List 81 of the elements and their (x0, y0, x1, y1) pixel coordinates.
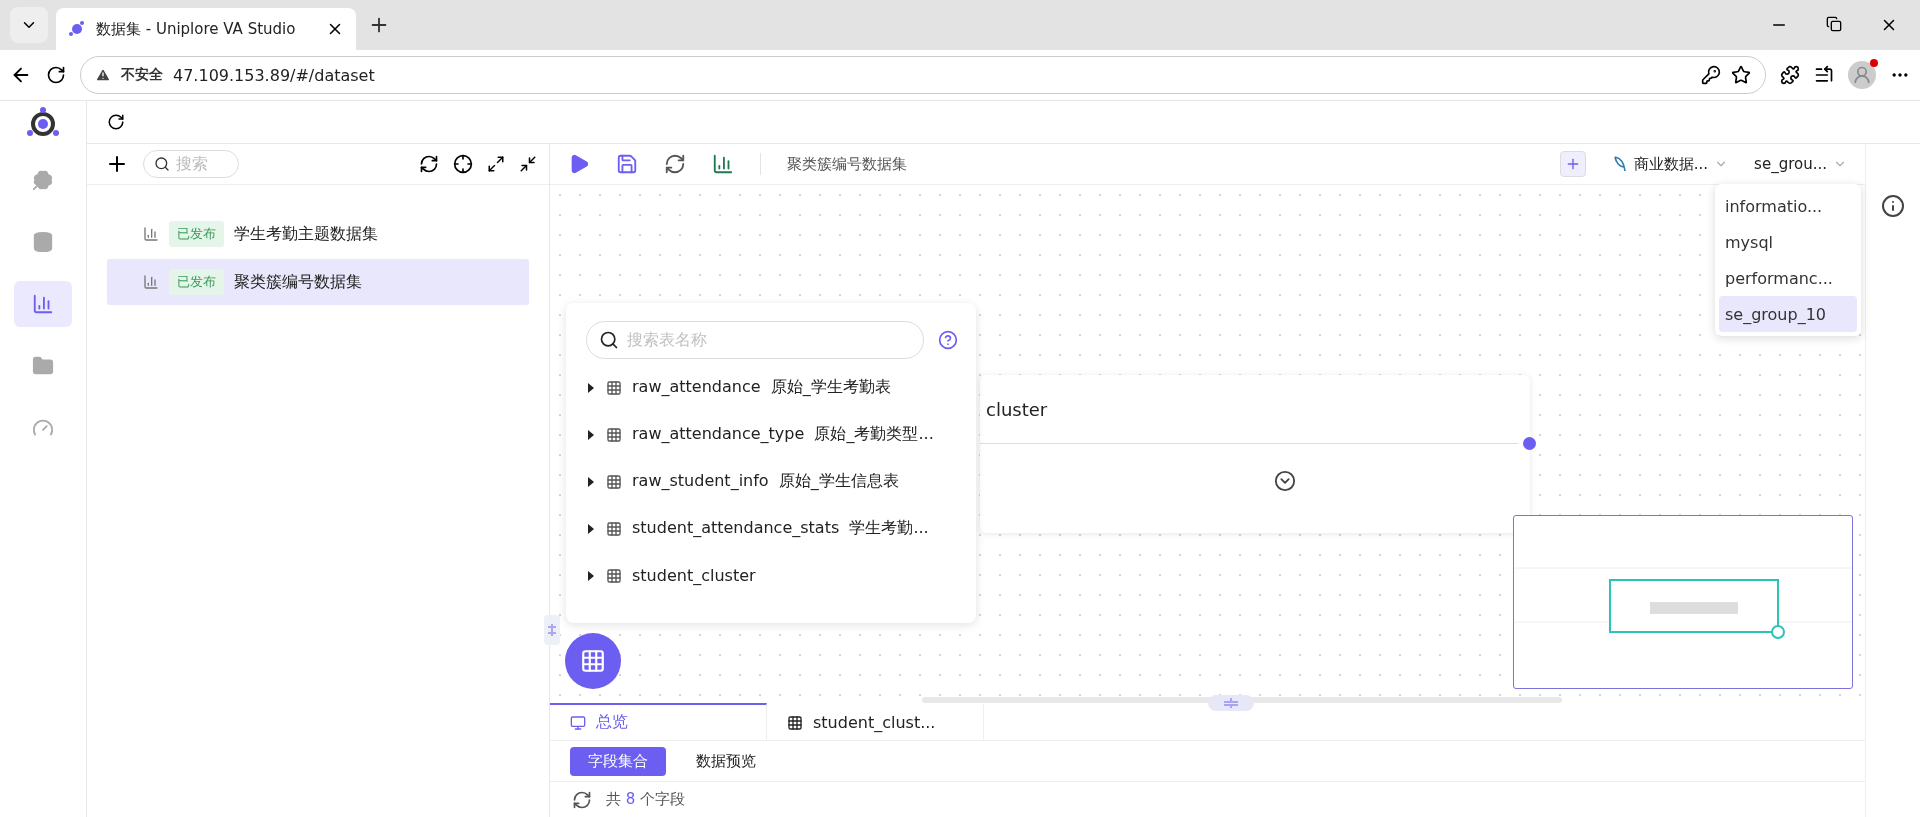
dataset-name: 聚类簇编号数据集 (234, 271, 362, 293)
scrollbar[interactable] (922, 697, 1562, 703)
table-item[interactable]: student_attendance_stats 学生考勤... (586, 510, 976, 547)
help-icon[interactable] (938, 330, 958, 350)
url-text: 47.109.153.89/#/dataset (173, 65, 376, 85)
refresh-icon[interactable] (419, 154, 439, 174)
restore-icon[interactable] (1826, 16, 1842, 32)
menu-item[interactable]: performanc... (1719, 260, 1857, 296)
search-icon (154, 156, 170, 172)
table-icon (606, 473, 622, 490)
expand-icon[interactable] (487, 155, 505, 173)
panel-tab[interactable]: 总览 (550, 703, 767, 740)
collapse-icon[interactable] (519, 155, 537, 173)
table-item[interactable]: raw_student_info 原始_学生信息表 (586, 463, 976, 500)
chart-icon (143, 274, 159, 290)
warning-icon (95, 67, 111, 83)
info-icon[interactable] (1881, 194, 1905, 218)
table-icon (787, 714, 803, 731)
menu-item[interactable]: mysql (1719, 224, 1857, 260)
table-icon (606, 379, 622, 396)
add-button[interactable] (1559, 151, 1586, 177)
status-tag: 已发布 (169, 221, 224, 247)
key-icon[interactable] (1701, 65, 1721, 85)
grip-icon (1224, 698, 1238, 708)
nav-item[interactable] (14, 281, 72, 327)
table-icon (606, 520, 622, 537)
split-handle[interactable] (1208, 695, 1254, 711)
folder-icon (32, 355, 54, 377)
subtab[interactable]: 字段集合 (570, 746, 666, 776)
profile-avatar[interactable] (1848, 61, 1876, 89)
table-icon (580, 648, 606, 674)
chart-icon (32, 293, 54, 315)
table-item[interactable]: raw_attendance 原始_学生考勤表 (586, 369, 976, 406)
schema-select[interactable]: se_grou... (1754, 155, 1847, 173)
menu-item[interactable]: se_group_10 (1719, 296, 1857, 332)
chart-icon[interactable] (712, 153, 734, 175)
dataset-name: 学生考勤主题数据集 (234, 223, 378, 245)
database-icon (32, 231, 54, 253)
grip-icon (547, 624, 557, 636)
expand-arrow-icon[interactable] (586, 570, 596, 581)
table-button[interactable] (565, 633, 621, 689)
panel-handle[interactable] (544, 615, 560, 645)
extensions-icon[interactable] (1780, 65, 1800, 85)
refresh-icon[interactable] (572, 789, 592, 810)
security-label: 不安全 (121, 66, 163, 84)
dataset-item[interactable]: 已发布 聚类簇编号数据集 (107, 259, 529, 305)
star-icon[interactable] (1731, 65, 1751, 85)
search-icon (599, 330, 619, 350)
expand-arrow-icon[interactable] (586, 523, 596, 534)
expand-arrow-icon[interactable] (586, 382, 596, 393)
node-title: cluster (986, 398, 1048, 420)
favorites-icon[interactable] (1814, 65, 1834, 85)
notification-dot (1870, 59, 1878, 67)
table-icon (606, 567, 622, 584)
save-icon[interactable] (616, 153, 638, 175)
sync-icon[interactable] (664, 153, 686, 175)
dataset-title: 聚类簇编号数据集 (787, 154, 907, 174)
crosshair-icon[interactable] (453, 154, 473, 174)
expand-icon[interactable] (1274, 470, 1296, 492)
dataset-item[interactable]: 已发布 学生考勤主题数据集 (107, 211, 529, 257)
table-icon (606, 426, 622, 443)
menu-item[interactable]: informatio... (1719, 188, 1857, 224)
status-tag: 已发布 (169, 269, 224, 295)
table-node[interactable]: cluster (980, 375, 1530, 533)
expand-arrow-icon[interactable] (586, 476, 596, 487)
app-logo-icon (68, 20, 86, 38)
reload-icon[interactable] (46, 65, 66, 85)
tab-title: 数据集 - Uniplore VA Studio (96, 19, 297, 39)
expand-arrow-icon[interactable] (586, 429, 596, 440)
table-item[interactable]: student_cluster (586, 557, 976, 594)
subtab[interactable]: 数据预览 (678, 746, 774, 776)
panel-tab[interactable]: student_clust... (767, 703, 984, 740)
field-count-text: 共 8 个字段 (606, 790, 686, 809)
chart-icon (143, 226, 159, 242)
refresh-icon[interactable] (107, 113, 125, 131)
table-item[interactable]: raw_attendance_type 原始_考勤类型... (586, 416, 976, 453)
clover-icon (32, 169, 54, 191)
datasource-select[interactable]: 商业数据... (1611, 154, 1729, 174)
browser-tab[interactable]: 数据集 - Uniplore VA Studio (56, 8, 356, 50)
monitor-icon (570, 714, 586, 731)
user-icon (1852, 65, 1872, 85)
